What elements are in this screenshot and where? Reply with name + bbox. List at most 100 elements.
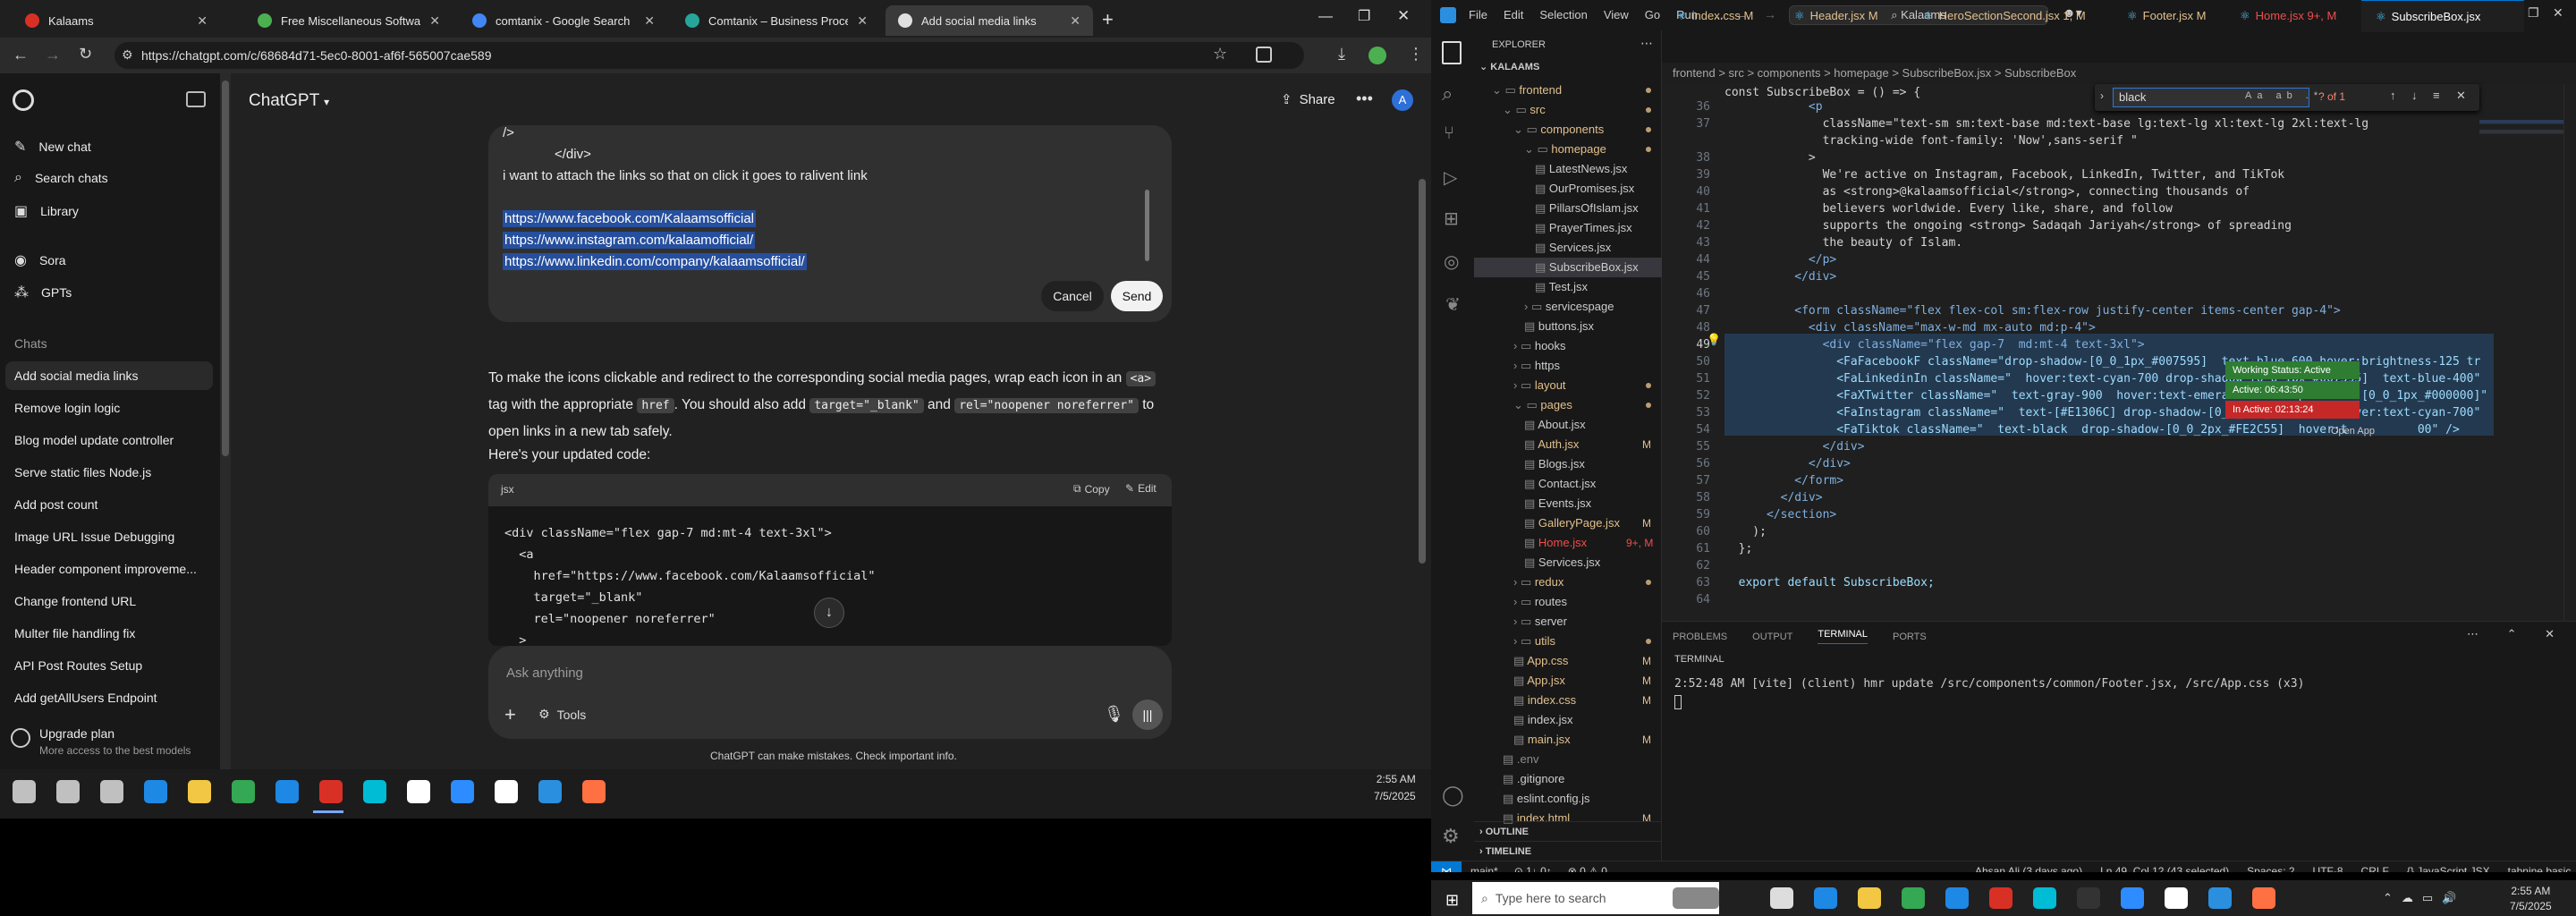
sidebar-chat-item[interactable]: Multer file handling fix (14, 626, 135, 640)
tree-file-item[interactable]: ▤ buttons.jsx (1524, 317, 1594, 336)
tray-icons[interactable]: ⌃☁▭🔊 (2383, 891, 2465, 905)
close-sidebar-icon[interactable] (186, 91, 206, 107)
forward-icon[interactable]: → (45, 46, 61, 64)
new-tab-button[interactable]: + (1102, 8, 1114, 31)
tree-file-item[interactable]: ▤ PrayerTimes.jsx (1535, 218, 1632, 238)
tree-file-item[interactable]: ▤ Services.jsx (1524, 553, 1600, 572)
vscode-blue-icon[interactable] (363, 780, 386, 803)
new-chat-item[interactable]: ✎ New chat (14, 138, 91, 156)
editor-tab[interactable]: ⚛ SubscribeBox.jsx (2361, 0, 2524, 32)
task-view-icon[interactable] (1770, 887, 1793, 909)
profile-avatar[interactable] (1368, 47, 1386, 64)
bookmark-star-icon[interactable]: ☆ (1213, 45, 1227, 64)
tree-folder-item[interactable]: › ▭ hooks (1513, 336, 1566, 356)
file-explorer-icon[interactable] (188, 780, 211, 803)
status-item[interactable]: Ln 49, Col 12 (43 selected) (2100, 861, 2229, 872)
file-explorer-icon[interactable] (1858, 887, 1881, 909)
sidebar-chat-item[interactable]: Add social media links (14, 369, 139, 383)
terminal-icon[interactable] (2077, 887, 2100, 909)
find-selection-icon[interactable]: ≡ (2433, 89, 2440, 102)
code-editor[interactable]: const SubscribeBox = () => { › black Aa … (1662, 84, 2576, 621)
menu-item[interactable]: File (1469, 8, 1487, 21)
chrome-menu-icon[interactable]: ⋮ (1408, 45, 1424, 64)
nav-forward-icon[interactable]: → (1764, 7, 1776, 21)
find-prev-icon[interactable]: ↑ (2390, 89, 2396, 102)
model-selector[interactable]: ChatGPT ▾ (249, 91, 329, 111)
menu-item[interactable]: Go (1645, 8, 1660, 21)
search-activity-icon[interactable]: ⌕ (1442, 82, 1453, 106)
tree-folder-item[interactable]: › ▭ routes (1513, 592, 1567, 612)
wakatime-status-badge[interactable]: In Active: 02:13:24 (2225, 401, 2360, 419)
tree-file-item[interactable]: ▤ App.css (1513, 651, 1568, 671)
open-app-link[interactable]: Open App (2331, 426, 2375, 437)
tree-file-item[interactable]: ▤ index.css (1513, 691, 1576, 710)
close-tab-icon[interactable]: ✕ (429, 13, 440, 29)
tree-file-item[interactable]: ▤ main.jsx (1513, 730, 1571, 750)
browser-tab[interactable]: Free Miscellaneous Software - (✕ (245, 5, 453, 36)
tree-file-item[interactable]: ▤ LatestNews.jsx (1535, 159, 1627, 179)
app-icon[interactable] (495, 780, 518, 803)
panel-tab[interactable]: PROBLEMS (1673, 632, 1727, 642)
status-item[interactable]: CRLF (2361, 861, 2389, 872)
mongodb-icon[interactable]: ❦ (1445, 293, 1461, 316)
cancel-button[interactable]: Cancel (1041, 281, 1104, 311)
workspace-root[interactable]: ⌄ KALAAMS (1479, 61, 1539, 72)
close-tab-icon[interactable]: ✕ (644, 13, 655, 29)
panel-tab[interactable]: TERMINAL (1818, 629, 1868, 644)
sidebar-chat-item[interactable]: API Post Routes Setup (14, 658, 142, 673)
sidebar-chat-item[interactable]: Remove login logic (14, 401, 120, 415)
task-view-icon[interactable] (100, 780, 123, 803)
tree-file-item[interactable]: ▤ PillarsOfIslam.jsx (1535, 199, 1639, 218)
tools-button[interactable]: ⚙ Tools (538, 707, 586, 722)
outline-section[interactable]: › OUTLINE (1474, 821, 1662, 841)
explorer-more-icon[interactable]: ⋯ (1640, 36, 1653, 51)
scroll-down-button[interactable]: ↓ (814, 598, 844, 628)
vscode-icon[interactable] (2208, 887, 2232, 909)
sidebar-chat-item[interactable]: Serve static files Node.js (14, 465, 151, 479)
edit-box-scroll-thumb[interactable] (1145, 190, 1149, 261)
status-item[interactable]: ⊙ 1↓ 0↑ (1514, 861, 1552, 872)
tree-file-item[interactable]: ▤ Home.jsx (1524, 533, 1587, 553)
tree-file-item[interactable]: ▤ Contact.jsx (1524, 474, 1596, 494)
tree-folder-item[interactable]: › ▭ server (1513, 612, 1567, 632)
tree-folder-item[interactable]: › ▭ redux (1513, 572, 1563, 592)
editor-scrollbar[interactable] (2563, 84, 2576, 621)
close-window-icon[interactable]: ✕ (1397, 7, 1410, 25)
close-tab-icon[interactable]: ✕ (197, 13, 208, 29)
sidebar-chat-item[interactable]: Add getAllUsers Endpoint (14, 691, 157, 705)
edge-icon[interactable] (1814, 887, 1837, 909)
mail-icon[interactable] (275, 780, 299, 803)
status-item[interactable]: main* (1470, 861, 1498, 872)
sora-item[interactable]: ◉ Sora (14, 251, 66, 269)
browser-tab[interactable]: Kalaams ✕ (13, 5, 220, 36)
app-icon[interactable] (2165, 887, 2188, 909)
tree-file-item[interactable]: ▤ eslint.config.js (1503, 789, 1590, 809)
attach-plus-button[interactable]: + (504, 703, 516, 726)
editor-tab[interactable]: ⚛ Header.jsx M (1780, 0, 1878, 32)
main-scrollbar[interactable] (1419, 179, 1426, 564)
site-info-icon[interactable]: ⚙ (122, 47, 133, 63)
tree-file-item[interactable]: ▤ Events.jsx (1524, 494, 1591, 513)
tree-file-item[interactable]: ▤ SubscribeBox.jsx (1535, 258, 1639, 277)
terminal-icon[interactable] (407, 780, 430, 803)
minimize-icon[interactable]: — (1318, 9, 1333, 25)
status-item[interactable]: Ahsan Ali (3 days ago) (1975, 861, 2082, 872)
sidebar-chat-item[interactable]: Blog model update controller (14, 433, 174, 447)
wakatime-status-badge[interactable]: Active: 06:43:50 (2225, 381, 2360, 399)
bike-illustration[interactable] (1673, 887, 1719, 909)
sidebar-chat-item[interactable]: Header component improveme... (14, 562, 197, 576)
chat-input[interactable]: Ask anything (506, 666, 1132, 681)
menu-item[interactable]: Selection (1539, 8, 1587, 21)
maximize-icon[interactable]: ❐ (1358, 7, 1370, 25)
chrome-icon[interactable] (1989, 887, 2012, 909)
more-options-icon[interactable]: ••• (1356, 89, 1373, 108)
remote-indicator[interactable]: ⋈ (1431, 861, 1462, 872)
tree-folder-item[interactable]: › ▭ https (1513, 356, 1560, 376)
tree-file-item[interactable]: ▤ App.jsx (1513, 671, 1565, 691)
mail-icon[interactable] (1945, 887, 1969, 909)
tree-file-item[interactable]: ▤ .gitignore (1503, 769, 1564, 789)
reload-icon[interactable]: ↻ (79, 45, 92, 64)
status-item[interactable]: tabnine basic (2508, 861, 2572, 872)
sidebar-scroll-thumb[interactable] (222, 81, 229, 456)
zoom-icon[interactable] (2121, 887, 2144, 909)
